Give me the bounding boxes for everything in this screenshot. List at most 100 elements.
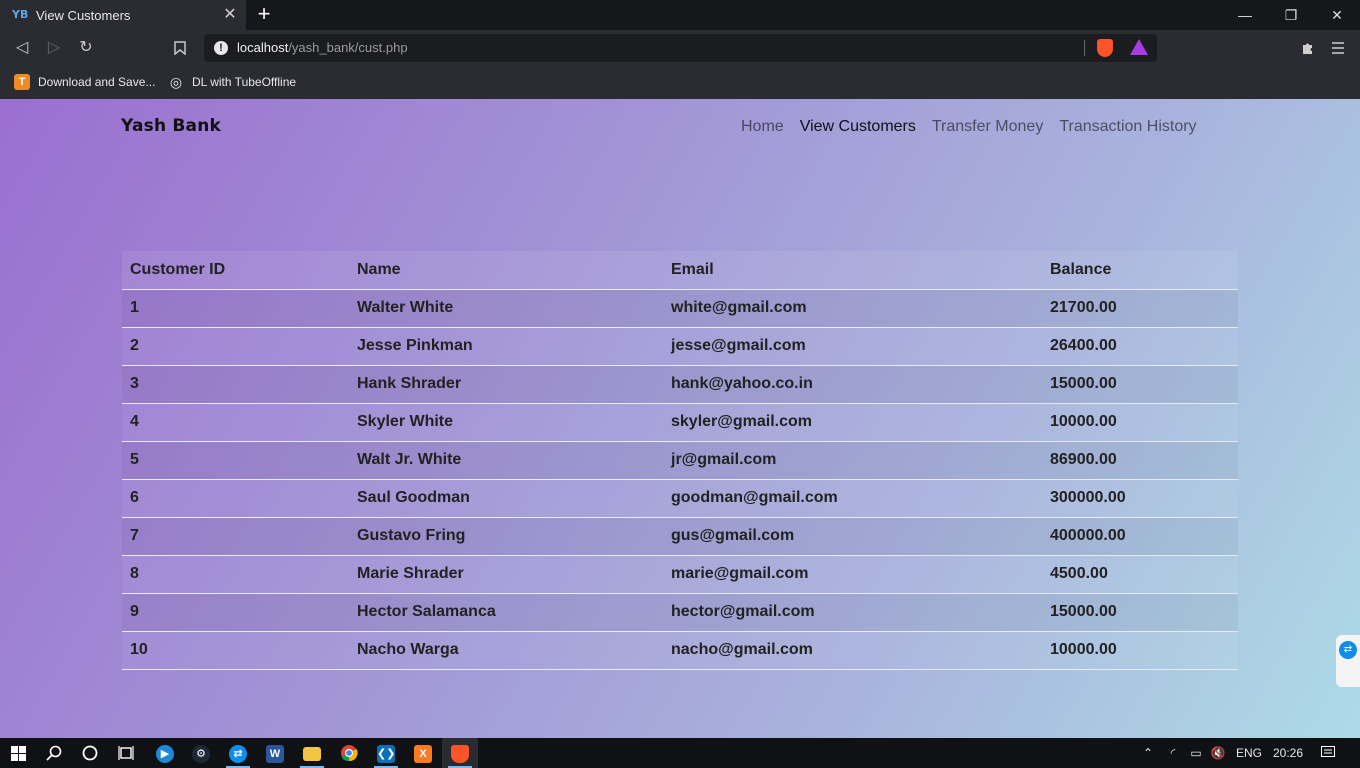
- main-nav: Home View Customers Transfer Money Trans…: [733, 118, 1205, 136]
- volume-muted-icon[interactable]: 🔇: [1208, 738, 1228, 768]
- brand-logo[interactable]: Yash Bank: [121, 116, 221, 136]
- cell-name: Gustavo Fring: [349, 517, 663, 556]
- cell-customer-id: 10: [122, 631, 349, 670]
- cell-name: Hector Salamanca: [349, 593, 663, 632]
- steam-icon[interactable]: ⚙: [183, 738, 219, 768]
- search-icon[interactable]: [36, 738, 72, 768]
- table-row: 9 Hector Salamanca hector@gmail.com 15000.0…: [122, 593, 1238, 632]
- clock[interactable]: 20:26: [1270, 738, 1306, 768]
- bookmarks-bar: T Download and Save... ◎ DL with TubeOff…: [0, 66, 1360, 99]
- site-info-icon[interactable]: !: [214, 41, 228, 55]
- cell-name: Nacho Warga: [349, 631, 663, 670]
- xampp-icon[interactable]: X: [405, 738, 441, 768]
- brave-rewards-icon[interactable]: [1130, 39, 1148, 55]
- restore-button[interactable]: ❐: [1268, 0, 1314, 30]
- word-icon[interactable]: W: [257, 738, 293, 768]
- teamviewer-panel-tab[interactable]: ⇄: [1336, 635, 1360, 687]
- cell-email: gus@gmail.com: [663, 517, 1042, 556]
- cell-email: hank@yahoo.co.in: [663, 365, 1042, 404]
- reload-button[interactable]: ↻: [74, 36, 98, 60]
- tubeoffline-icon: T: [14, 74, 30, 90]
- table-row: 5 Walt Jr. White jr@gmail.com 86900.00: [122, 441, 1238, 480]
- table-row: 2 Jesse Pinkman jesse@gmail.com 26400.00: [122, 327, 1238, 366]
- cell-customer-id: 8: [122, 555, 349, 594]
- network-icon[interactable]: ◜: [1162, 738, 1184, 768]
- battery-icon[interactable]: ▭: [1186, 738, 1206, 768]
- cell-name: Walt Jr. White: [349, 441, 663, 480]
- cell-balance: 26400.00: [1042, 327, 1238, 366]
- header-name: Name: [349, 251, 663, 290]
- cell-customer-id: 7: [122, 517, 349, 556]
- teamviewer-icon: ⇄: [1339, 641, 1357, 659]
- cell-balance: 15000.00: [1042, 365, 1238, 404]
- cell-email: nacho@gmail.com: [663, 631, 1042, 670]
- browser-tab-active[interactable]: YB View Customers ✕: [0, 0, 246, 30]
- cell-email: hector@gmail.com: [663, 593, 1042, 632]
- puzzle-icon[interactable]: [1296, 36, 1320, 60]
- address-bar[interactable]: ! localhost/yash_bank/cust.php: [204, 34, 1157, 62]
- bookmark-download-and-save[interactable]: T Download and Save...: [14, 72, 155, 92]
- brave-icon[interactable]: [442, 738, 478, 768]
- nav-link-transaction-history[interactable]: Transaction History: [1051, 118, 1204, 136]
- cell-name: Saul Goodman: [349, 479, 663, 518]
- media-player-icon[interactable]: ▶: [147, 738, 183, 768]
- cell-balance: 300000.00: [1042, 479, 1238, 518]
- table-row: 8 Marie Shrader marie@gmail.com 4500.00: [122, 555, 1238, 594]
- table-header-row: Customer ID Name Email Balance: [122, 251, 1238, 290]
- nav-link-home[interactable]: Home: [733, 118, 792, 136]
- brave-shields-icon[interactable]: [1097, 39, 1113, 57]
- cortana-icon[interactable]: [72, 738, 108, 768]
- bookmark-page-icon[interactable]: [168, 36, 192, 60]
- cell-email: skyler@gmail.com: [663, 403, 1042, 442]
- cell-balance: 10000.00: [1042, 403, 1238, 442]
- bookmark-label: Download and Save...: [38, 75, 156, 89]
- url-text[interactable]: localhost/yash_bank/cust.php: [237, 40, 408, 55]
- vscode-icon[interactable]: ❮❯: [368, 738, 404, 768]
- action-center-icon[interactable]: [1316, 738, 1340, 768]
- cell-customer-id: 1: [122, 289, 349, 328]
- cell-customer-id: 5: [122, 441, 349, 480]
- site-favicon-icon: YB: [12, 8, 29, 21]
- customers-table: Customer ID Name Email Balance 1 Walter W…: [122, 251, 1238, 670]
- table-row: 7 Gustavo Fring gus@gmail.com 400000.00: [122, 517, 1238, 556]
- bookmark-dl-with-tubeoffline[interactable]: ◎ DL with TubeOffline: [168, 72, 296, 92]
- new-tab-button[interactable]: +: [252, 3, 276, 27]
- cell-customer-id: 2: [122, 327, 349, 366]
- header-balance: Balance: [1042, 251, 1238, 290]
- url-path: /yash_bank/cust.php: [288, 40, 408, 55]
- cell-customer-id: 6: [122, 479, 349, 518]
- cell-email: white@gmail.com: [663, 289, 1042, 328]
- hamburger-icon[interactable]: [1326, 36, 1350, 60]
- browser-toolbar: ◁ ▷ ↻ ! localhost/yash_bank/cust.php: [0, 30, 1360, 66]
- cell-balance: 400000.00: [1042, 517, 1238, 556]
- forward-button[interactable]: ▷: [42, 36, 66, 60]
- cell-balance: 10000.00: [1042, 631, 1238, 670]
- nav-link-view-customers[interactable]: View Customers: [792, 118, 924, 136]
- minimize-button[interactable]: —: [1222, 0, 1268, 30]
- cell-balance: 15000.00: [1042, 593, 1238, 632]
- task-view-icon[interactable]: [108, 738, 144, 768]
- table-row: 1 Walter White white@gmail.com 21700.00: [122, 289, 1238, 328]
- tab-close-icon[interactable]: ✕: [220, 5, 240, 25]
- windows-taskbar: ▶ ⚙ ⇄ W ❮❯ X ⌃ ◜ ▭ 🔇 ENG 20:26: [0, 738, 1360, 768]
- chrome-icon[interactable]: [331, 738, 367, 768]
- cell-email: marie@gmail.com: [663, 555, 1042, 594]
- cell-name: Skyler White: [349, 403, 663, 442]
- bookmark-label: DL with TubeOffline: [192, 75, 297, 89]
- teamviewer-taskbar-icon[interactable]: ⇄: [220, 738, 256, 768]
- cell-email: jesse@gmail.com: [663, 327, 1042, 366]
- nav-link-transfer-money[interactable]: Transfer Money: [924, 118, 1051, 136]
- language-indicator[interactable]: ENG: [1234, 738, 1264, 768]
- close-window-button[interactable]: ✕: [1314, 0, 1360, 30]
- cell-customer-id: 9: [122, 593, 349, 632]
- cell-customer-id: 4: [122, 403, 349, 442]
- url-host: localhost: [237, 40, 289, 55]
- header-email: Email: [663, 251, 1042, 290]
- tray-chevron-up-icon[interactable]: ⌃: [1138, 738, 1158, 768]
- cell-balance: 4500.00: [1042, 555, 1238, 594]
- cell-balance: 21700.00: [1042, 289, 1238, 328]
- windows-start-icon[interactable]: [0, 738, 36, 768]
- tab-title: View Customers: [36, 7, 131, 23]
- back-button[interactable]: ◁: [10, 36, 34, 60]
- file-explorer-icon[interactable]: [294, 738, 330, 768]
